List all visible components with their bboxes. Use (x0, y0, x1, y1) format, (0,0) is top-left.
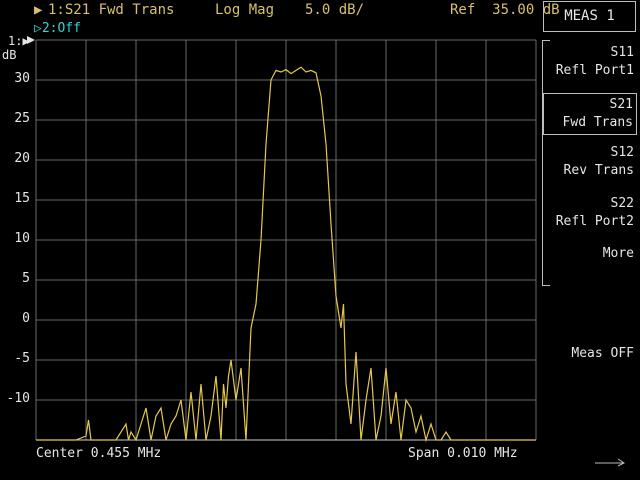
menu-title: MEAS 1 (543, 1, 636, 32)
y-tick-label: 10 (14, 231, 30, 246)
span-label: Span 0.010 MHz (408, 446, 518, 461)
softkey-s12-rev-trans[interactable]: S12 Rev Trans (543, 144, 637, 186)
y-tick-label: -5 (14, 351, 30, 366)
y-tick-label: 25 (14, 111, 30, 126)
y-tick-label: 30 (14, 71, 30, 86)
y-tick-label: 5 (22, 271, 30, 286)
center-frequency-label: Center 0.455 MHz (36, 446, 162, 461)
y-tick-label: 0 (22, 311, 30, 326)
y-tick-label: -10 (6, 391, 30, 406)
softkey-meas-off[interactable]: Meas OFF (543, 345, 637, 387)
softkey-more[interactable]: More (543, 245, 637, 287)
softkey-s22-refl-port2[interactable]: S22 Refl Port2 (543, 195, 637, 237)
softkey-s11-refl-port1[interactable]: S11 Refl Port1 (543, 44, 637, 86)
reference-position-marker (27, 36, 35, 44)
y-tick-label: 15 (14, 191, 30, 206)
next-page-arrow-icon (595, 458, 625, 467)
softkey-s21-fwd-trans[interactable]: S21 Fwd Trans (543, 93, 637, 135)
y-tick-label: 20 (14, 151, 30, 166)
